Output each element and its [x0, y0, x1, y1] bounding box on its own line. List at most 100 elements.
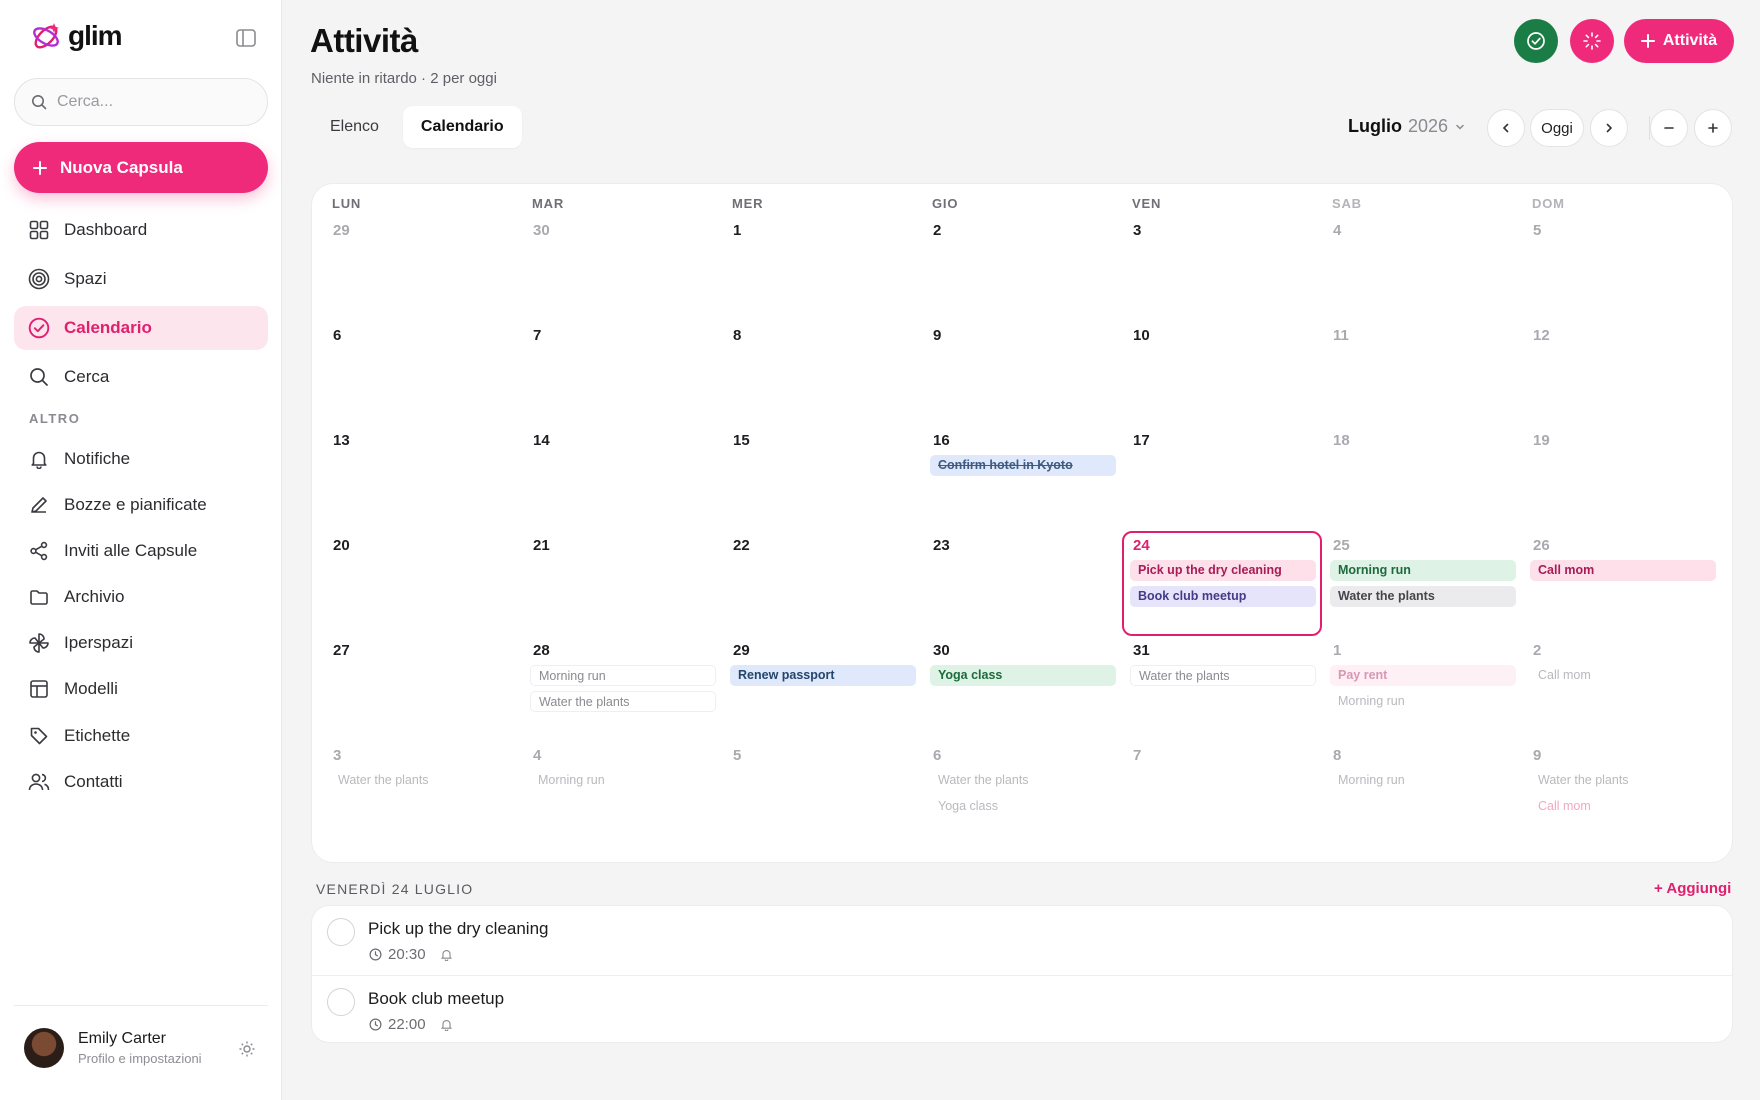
sidebar-item-dashboard[interactable]: Dashboard: [14, 208, 268, 252]
completed-tasks-button[interactable]: [1514, 19, 1558, 63]
day-number: 4: [1333, 222, 1342, 239]
task-checkbox[interactable]: [327, 918, 355, 946]
calendar-day[interactable]: 1: [722, 216, 922, 321]
calendar-day[interactable]: 11: [1322, 321, 1522, 426]
calendar-day[interactable]: 29: [322, 216, 522, 321]
calendar-day[interactable]: 14: [522, 426, 722, 531]
calendar-event[interactable]: Pick up the dry cleaning: [1130, 560, 1316, 581]
calendar-day[interactable]: 22: [722, 531, 922, 636]
task-item[interactable]: Pick up the dry cleaning 20:30: [312, 906, 1732, 975]
sidebar-item-calendario[interactable]: Calendario: [14, 306, 268, 350]
calendar-event[interactable]: Morning run: [1330, 560, 1516, 581]
calendar-day[interactable]: 18: [1322, 426, 1522, 531]
calendar-day[interactable]: 4 Morning run: [522, 741, 722, 846]
sun-settings-icon[interactable]: [238, 1040, 256, 1063]
calendar-day[interactable]: 8 Morning run: [1322, 741, 1522, 846]
loading-button[interactable]: [1570, 19, 1614, 63]
calendar-event[interactable]: Morning run: [530, 770, 716, 791]
calendar-day[interactable]: 1 Pay rent Morning run: [1322, 636, 1522, 741]
calendar-day[interactable]: 5: [1522, 216, 1722, 321]
sidebar-item-archivio[interactable]: Archivio: [14, 575, 268, 619]
calendar-day[interactable]: 8: [722, 321, 922, 426]
calendar-day[interactable]: 20: [322, 531, 522, 636]
sidebar-item-spazi[interactable]: Spazi: [14, 257, 268, 301]
tab-elenco[interactable]: Elenco: [312, 106, 397, 148]
calendar-event[interactable]: Water the plants: [930, 770, 1116, 791]
task-item[interactable]: Book club meetup 22:00: [312, 975, 1732, 1044]
calendar-event[interactable]: Water the plants: [330, 770, 516, 791]
calendar-day[interactable]: 15: [722, 426, 922, 531]
prev-month-button[interactable]: [1487, 109, 1525, 147]
calendar-event[interactable]: Yoga class: [930, 796, 1116, 817]
calendar-day[interactable]: 16 Confirm hotel in Kyoto: [922, 426, 1122, 531]
calendar-event[interactable]: Morning run: [1330, 691, 1516, 712]
calendar-day[interactable]: 6 Water the plants Yoga class: [922, 741, 1122, 846]
sidebar-item-notifiche[interactable]: Notifiche: [14, 437, 268, 481]
new-activity-button[interactable]: Attività: [1624, 19, 1734, 63]
calendar-day-today[interactable]: 24 Pick up the dry cleaning Book club meet…: [1122, 531, 1322, 636]
calendar-day[interactable]: 10: [1122, 321, 1322, 426]
sidebar-item-cerca[interactable]: Cerca: [14, 355, 268, 399]
calendar-event[interactable]: Water the plants: [1530, 770, 1716, 791]
calendar-event[interactable]: Book club meetup: [1130, 586, 1316, 607]
calendar-day[interactable]: 9 Water the plants Call mom: [1522, 741, 1722, 846]
calendar-event[interactable]: Water the plants: [530, 691, 716, 712]
calendar-event[interactable]: Confirm hotel in Kyoto: [930, 455, 1116, 476]
calendar-day[interactable]: 29 Renew passport: [722, 636, 922, 741]
calendar-day[interactable]: 7: [522, 321, 722, 426]
calendar-event[interactable]: Morning run: [530, 665, 716, 686]
task-checkbox[interactable]: [327, 988, 355, 1016]
calendar-day[interactable]: 31 Water the plants: [1122, 636, 1322, 741]
calendar-day[interactable]: 6: [322, 321, 522, 426]
calendar-day[interactable]: 27: [322, 636, 522, 741]
calendar-day[interactable]: 13: [322, 426, 522, 531]
zoom-in-button[interactable]: [1694, 109, 1732, 147]
calendar-day[interactable]: 5: [722, 741, 922, 846]
next-month-button[interactable]: [1590, 109, 1628, 147]
new-capsule-button[interactable]: Nuova Capsula: [14, 142, 268, 193]
calendar-day[interactable]: 3: [1122, 216, 1322, 321]
sidebar-item-inviti[interactable]: Inviti alle Capsule: [14, 529, 268, 573]
month-picker[interactable]: Luglio 2026: [1348, 116, 1466, 137]
calendar-day[interactable]: 7: [1122, 741, 1322, 846]
calendar-day[interactable]: 30: [522, 216, 722, 321]
calendar-event[interactable]: Call mom: [1530, 560, 1716, 581]
sidebar-item-contatti[interactable]: Contatti: [14, 760, 268, 804]
sidebar-item-modelli[interactable]: Modelli: [14, 667, 268, 711]
calendar-day[interactable]: 12: [1522, 321, 1722, 426]
calendar-day[interactable]: 28 Morning run Water the plants: [522, 636, 722, 741]
sidebar-item-bozze[interactable]: Bozze e pianificate: [14, 483, 268, 527]
calendar-event[interactable]: Call mom: [1530, 796, 1716, 817]
calendar-day[interactable]: 26 Call mom: [1522, 531, 1722, 636]
calendar-day[interactable]: 23: [922, 531, 1122, 636]
brand-logo[interactable]: glim: [28, 18, 123, 54]
calendar-event[interactable]: Water the plants: [1130, 665, 1316, 686]
calendar-event[interactable]: Water the plants: [1330, 586, 1516, 607]
calendar-day[interactable]: 30 Yoga class: [922, 636, 1122, 741]
calendar-day[interactable]: 2 Call mom: [1522, 636, 1722, 741]
zoom-out-button[interactable]: [1650, 109, 1688, 147]
user-profile[interactable]: Emily Carter Profilo e impostazioni: [24, 1028, 202, 1068]
calendar-day[interactable]: 17: [1122, 426, 1322, 531]
calendar-event[interactable]: Pay rent: [1330, 665, 1516, 686]
add-task-button[interactable]: + Aggiungi: [1654, 880, 1731, 897]
calendar-day[interactable]: 19: [1522, 426, 1722, 531]
tab-calendario[interactable]: Calendario: [402, 106, 522, 148]
sidebar-item-iperspazi[interactable]: Iperspazi: [14, 621, 268, 665]
sidebar-search[interactable]: [14, 78, 268, 126]
sidebar-item-etichette[interactable]: Etichette: [14, 714, 268, 758]
search-input[interactable]: [57, 93, 237, 111]
sidebar-toggle-icon[interactable]: [236, 29, 258, 49]
calendar-day[interactable]: 4: [1322, 216, 1522, 321]
calendar-day[interactable]: 2: [922, 216, 1122, 321]
calendar-day[interactable]: 9: [922, 321, 1122, 426]
today-button[interactable]: Oggi: [1530, 109, 1584, 147]
calendar-day[interactable]: 25 Morning run Water the plants: [1322, 531, 1522, 636]
calendar-day[interactable]: 3 Water the plants: [322, 741, 522, 846]
page-subtitle: Niente in ritardo · 2 per oggi: [311, 70, 497, 87]
calendar-event[interactable]: Morning run: [1330, 770, 1516, 791]
calendar-event[interactable]: Call mom: [1530, 665, 1716, 686]
calendar-event[interactable]: Yoga class: [930, 665, 1116, 686]
calendar-day[interactable]: 21: [522, 531, 722, 636]
calendar-event[interactable]: Renew passport: [730, 665, 916, 686]
